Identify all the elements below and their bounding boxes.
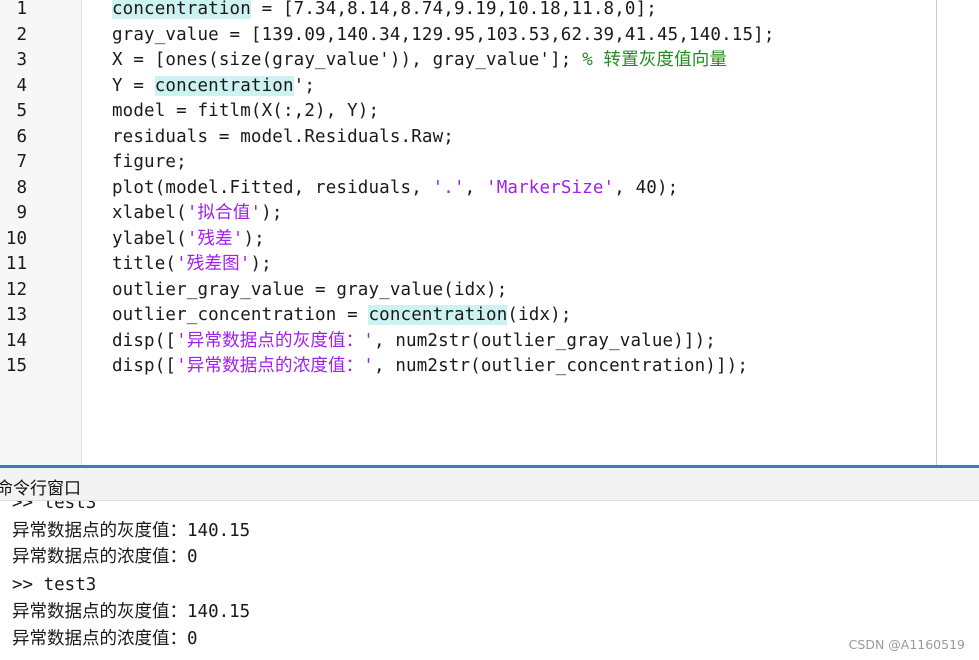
code-line[interactable]: 7 figure; [0, 150, 979, 176]
code-text[interactable]: disp(['异常数据点的浓度值：', num2str(outlier_conc… [112, 354, 748, 380]
string-literal: '异常数据点的浓度值：' [176, 356, 374, 376]
code-text[interactable]: residuals = model.Residuals.Raw; [112, 125, 454, 151]
code-segment: outlier_concentration = [112, 305, 369, 325]
code-segment: residuals = model.Residuals.Raw; [112, 126, 454, 147]
code-text[interactable]: plot(model.Fitted, residuals, '.', 'Mark… [112, 176, 678, 202]
code-text[interactable]: outlier_gray_value = gray_value(idx); [112, 278, 507, 304]
line-number: 12 [5, 279, 27, 300]
code-line[interactable]: 13 outlier_concentration = concentration… [0, 303, 979, 329]
code-line[interactable]: 8 plot(model.Fitted, residuals, '.', 'Ma… [0, 176, 979, 202]
code-segment: disp([ [112, 330, 177, 351]
code-line[interactable]: 11 title('残差图'); [0, 252, 979, 278]
command-output-line: >> test3 [12, 575, 97, 595]
command-output-line: >> test3 [12, 501, 97, 513]
command-output-line: 异常数据点的灰度值：140.15 [12, 602, 251, 622]
code-segment: outlier_gray_value = gray_value(idx); [112, 279, 508, 300]
code-line[interactable]: 5 model = fitlm(X(:,2), Y); [0, 99, 979, 125]
variable-highlight: concentration [368, 305, 508, 325]
code-segment: plot(model.Fitted, residuals, [112, 177, 433, 198]
code-segment: ); [243, 228, 265, 249]
code-segment: = [7.34,8.14,8.74,9.19,10.18,11.8,0]; [250, 0, 657, 19]
code-segment: model = fitlm(X(:,2), Y); [112, 101, 380, 121]
code-line[interactable]: 15 disp(['异常数据点的浓度值：', num2str(outlier_c… [0, 354, 979, 380]
line-number: 13 [5, 305, 27, 325]
string-literal: '残差图' [176, 254, 251, 274]
line-number: 1 [16, 0, 27, 19]
code-text[interactable]: xlabel('拟合值'); [112, 201, 283, 227]
code-text[interactable]: X = [ones(size(gray_value')), gray_value… [112, 48, 727, 74]
code-text[interactable]: disp(['异常数据点的灰度值：', num2str(outlier_gray… [112, 329, 716, 355]
code-segment: , num2str(outlier_concentration)]); [374, 356, 749, 376]
code-segment: ); [250, 254, 272, 274]
code-line[interactable]: 14 disp(['异常数据点的灰度值：', num2str(outlier_g… [0, 329, 979, 355]
code-line[interactable]: 4 Y = concentration'; [0, 74, 979, 100]
string-literal: '残差' [186, 228, 244, 249]
code-line[interactable]: 2 gray_value = [139.09,140.34,129.95,103… [0, 23, 979, 49]
code-line[interactable]: 9 xlabel('拟合值'); [0, 201, 979, 227]
code-text[interactable]: model = fitlm(X(:,2), Y); [112, 99, 379, 125]
line-number: 9 [16, 203, 27, 223]
command-output-line: 异常数据点的灰度值：140.15 [12, 521, 251, 541]
code-segment: xlabel( [112, 203, 187, 223]
code-segment: , 40); [614, 177, 679, 198]
line-number: 2 [16, 24, 27, 45]
variable-highlight: concentration [112, 0, 251, 19]
code-segment: title( [112, 254, 177, 274]
code-segment: (idx); [507, 305, 572, 325]
string-literal: '异常数据点的灰度值：' [176, 330, 374, 351]
code-segment: ylabel( [112, 228, 187, 249]
string-literal: 'MarkerSize' [486, 177, 615, 198]
string-literal: '拟合值' [186, 203, 262, 223]
code-line[interactable]: 12 outlier_gray_value = gray_value(idx); [0, 278, 979, 304]
string-literal: '.' [432, 177, 465, 198]
code-editor[interactable]: 1 concentration = [7.34,8.14,8.74,9.19,1… [0, 0, 979, 466]
line-number: 6 [16, 126, 27, 147]
line-number: 10 [5, 228, 27, 249]
code-text[interactable]: concentration = [7.34,8.14,8.74,9.19,10.… [112, 0, 657, 23]
code-segment: , [464, 177, 487, 198]
line-number: 7 [16, 152, 27, 172]
watermark: CSDN @A1160519 [848, 637, 965, 652]
line-number: 5 [16, 101, 27, 121]
code-segment: disp([ [112, 356, 177, 376]
line-number: 8 [16, 177, 27, 198]
code-line[interactable]: 6 residuals = model.Residuals.Raw; [0, 125, 979, 151]
line-number: 3 [16, 50, 27, 70]
command-output-line: 异常数据点的浓度值：0 [12, 547, 198, 567]
code-text[interactable]: figure; [112, 150, 187, 176]
line-number: 15 [5, 356, 27, 376]
code-text[interactable]: Y = concentration'; [112, 74, 315, 100]
variable-highlight: concentration [154, 75, 294, 96]
line-number: 14 [5, 330, 27, 351]
command-output-line: 异常数据点的浓度值：0 [12, 629, 198, 649]
code-segment: gray_value = [139.09,140.34,129.95,103.5… [112, 24, 775, 45]
command-window-header: 命令行窗口 [0, 468, 979, 501]
code-text[interactable]: ylabel('残差'); [112, 227, 265, 253]
code-segment: ); [261, 203, 283, 223]
code-segment: '; [293, 75, 316, 96]
code-line[interactable]: 3 X = [ones(size(gray_value')), gray_val… [0, 48, 979, 74]
code-text[interactable]: title('残差图'); [112, 252, 272, 278]
code-text[interactable]: gray_value = [139.09,140.34,129.95,103.5… [112, 23, 775, 49]
command-window-title: 命令行窗口 [0, 479, 81, 499]
line-number: 11 [5, 254, 27, 274]
code-line[interactable]: 10 ylabel('残差'); [0, 227, 979, 253]
code-text[interactable]: outlier_concentration = concentration(id… [112, 303, 572, 329]
line-number: 4 [16, 75, 27, 96]
code-segment: X = [ones(size(gray_value')), gray_value… [112, 50, 583, 70]
comment-text: % 转置灰度值向量 [582, 50, 728, 70]
code-segment: Y = [112, 75, 155, 96]
command-window[interactable]: >> test3 异常数据点的灰度值：140.15 异常数据点的浓度值：0 >>… [0, 501, 979, 660]
code-segment: figure; [112, 152, 187, 172]
code-segment: , num2str(outlier_gray_value)]); [374, 330, 716, 351]
code-line[interactable]: 1 concentration = [7.34,8.14,8.74,9.19,1… [0, 0, 979, 23]
